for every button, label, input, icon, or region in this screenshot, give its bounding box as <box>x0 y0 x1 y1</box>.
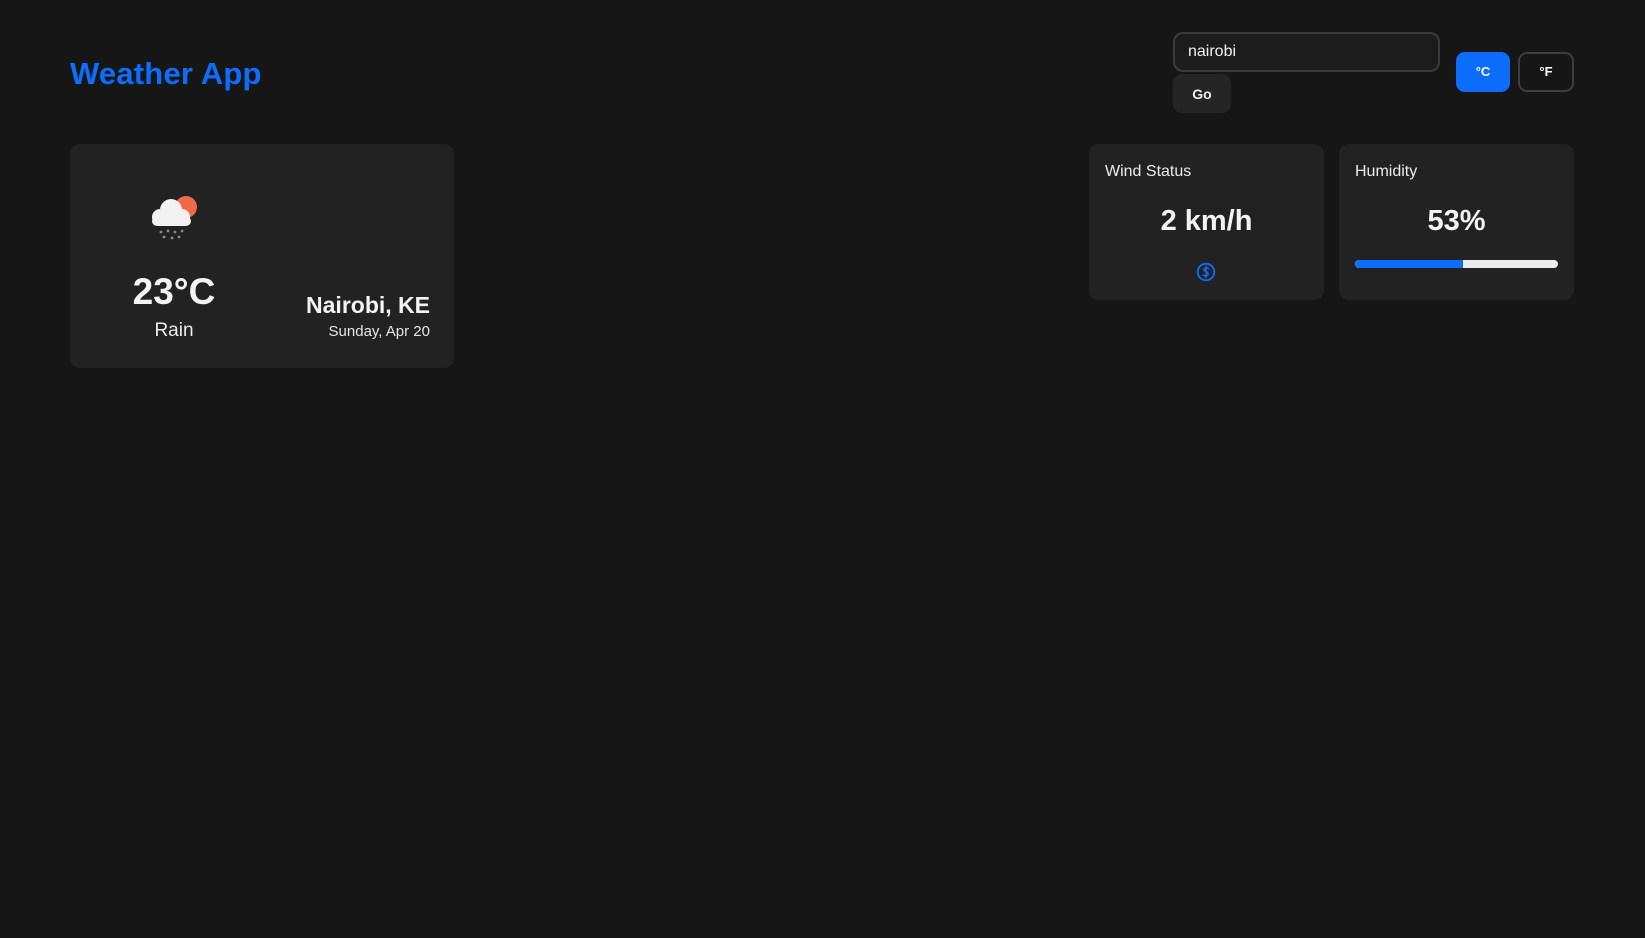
weather-condition: Rain <box>154 320 194 341</box>
fahrenheit-button[interactable]: °F <box>1518 52 1574 92</box>
city-search-input[interactable] <box>1173 32 1440 72</box>
humidity-progress-bar <box>1355 260 1558 268</box>
humidity-progress-fill <box>1355 260 1463 268</box>
wind-direction-icon <box>1196 262 1216 282</box>
weather-page: Weather App Go °C °F 23°C <box>0 0 1645 938</box>
search-form: Go <box>1173 32 1440 113</box>
wind-status-label: Wind Status <box>1105 163 1192 180</box>
wind-speed-value: 2 km/h <box>1160 205 1253 237</box>
wind-status-card: Wind Status 2 km/h <box>1089 144 1324 300</box>
current-date: Sunday, Apr 20 <box>328 323 430 340</box>
go-button[interactable]: Go <box>1173 74 1231 113</box>
rain-cloud-sun-icon <box>152 196 197 240</box>
humidity-label: Humidity <box>1355 163 1418 180</box>
app-title: Weather App <box>70 56 262 91</box>
celsius-button[interactable]: °C <box>1456 52 1510 92</box>
current-weather-card: 23°C Rain Nairobi, KE Sunday, Apr 20 <box>70 144 454 368</box>
current-temperature: 23°C <box>132 271 216 312</box>
location-name: Nairobi, KE <box>306 292 430 318</box>
humidity-card: Humidity 53% <box>1339 144 1574 300</box>
humidity-value: 53% <box>1427 205 1486 237</box>
